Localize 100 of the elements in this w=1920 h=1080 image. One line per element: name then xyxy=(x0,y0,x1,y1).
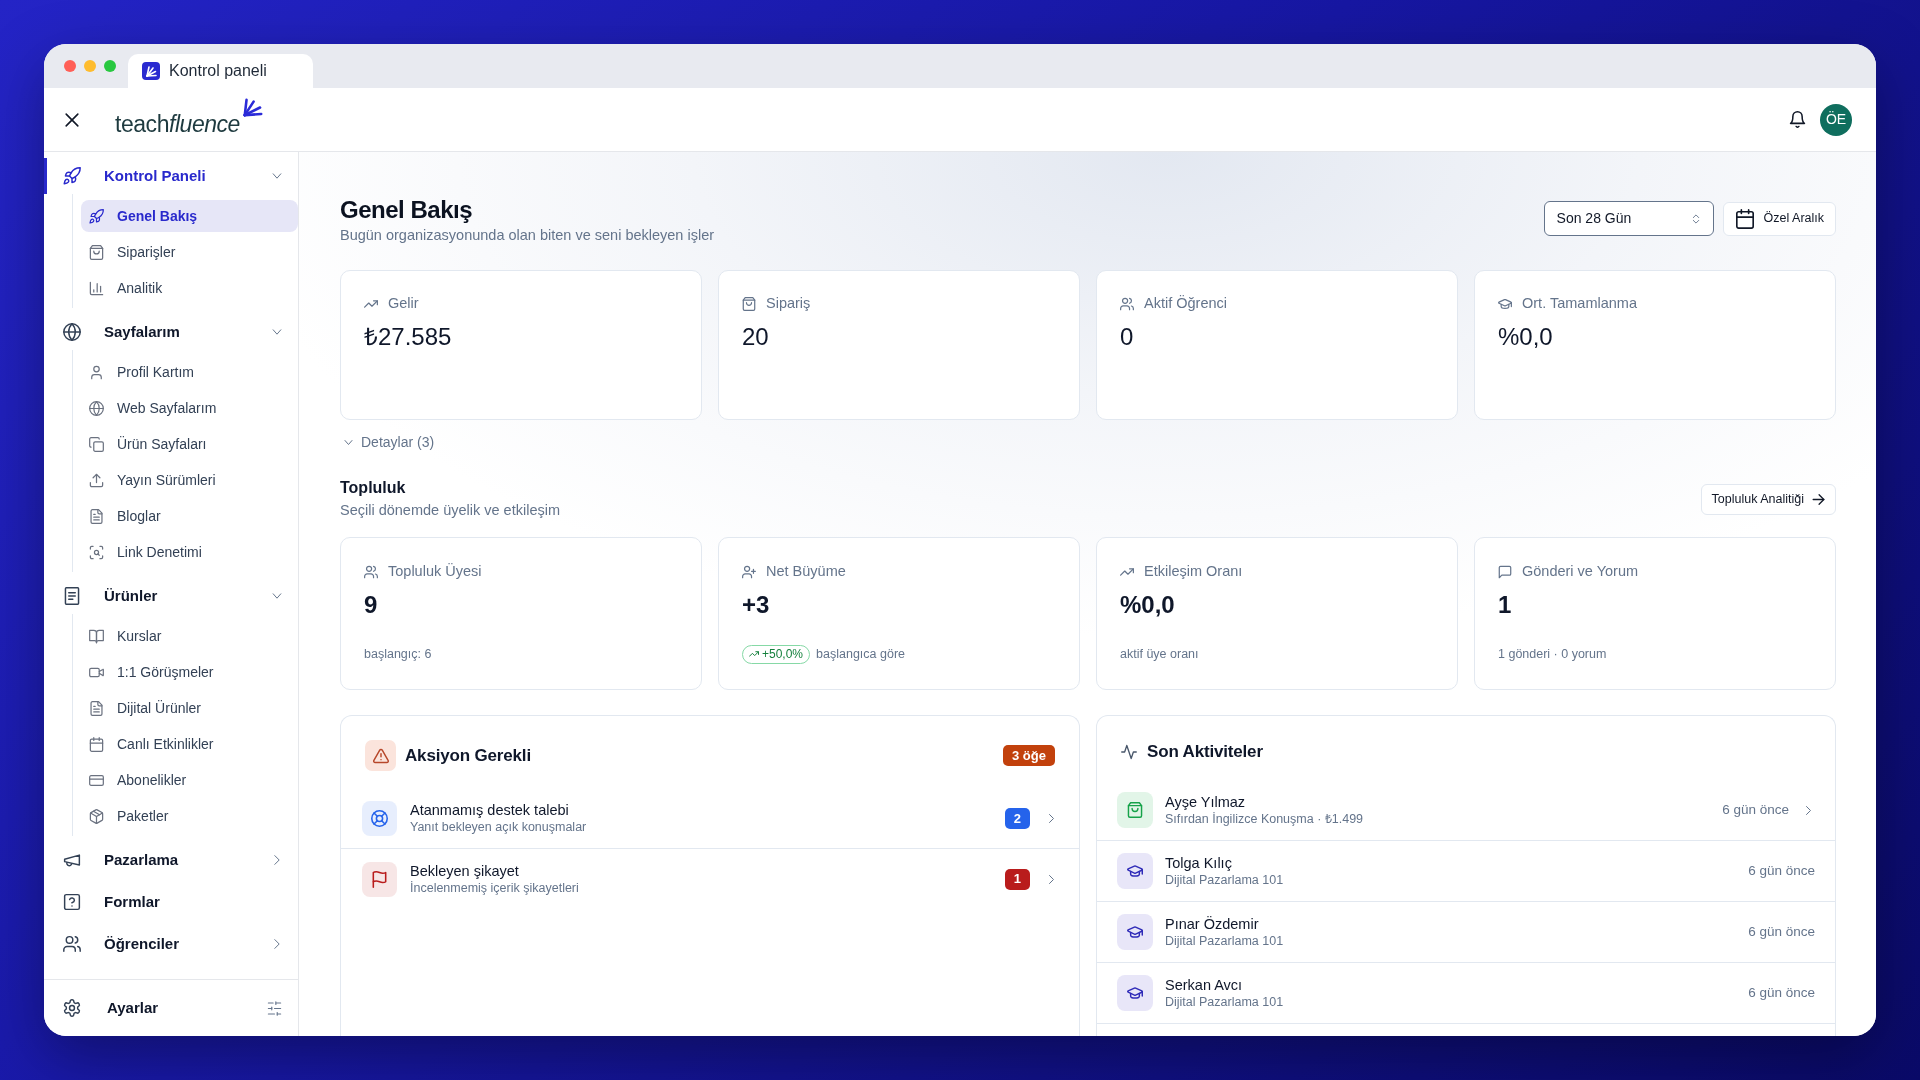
trend-up-icon xyxy=(364,297,378,311)
stat-value: 20 xyxy=(742,322,770,352)
sidebar-group[interactable]: Öğrenciler xyxy=(44,926,298,962)
notifications-button[interactable] xyxy=(1788,110,1806,129)
page-subtitle: Bugün organizasyonunda olan biten ve seni bekleyen işler xyxy=(340,226,715,245)
panel-title: Son Aktiviteler xyxy=(1147,741,1263,764)
stat-label: Aktif Öğrenci xyxy=(1144,294,1227,314)
action-subtitle: Yanıt bekleyen açık konuşmalar xyxy=(410,819,587,836)
stat-label: Gönderi ve Yorum xyxy=(1522,562,1639,582)
sidebar-item[interactable]: Profil Kartım xyxy=(81,356,298,388)
stat-value: %0,0 xyxy=(1498,322,1554,352)
activity-name: Pınar Özdemir xyxy=(1165,914,1260,933)
rocket-icon xyxy=(63,167,81,185)
window-close-button[interactable] xyxy=(64,60,76,72)
settings-button[interactable]: Ayarlar xyxy=(63,996,159,1020)
user-avatar[interactable]: ÖE xyxy=(1820,103,1852,136)
stat-value: +3 xyxy=(742,590,771,620)
sidebar-group[interactable]: Pazarlama xyxy=(44,842,298,878)
globe-icon xyxy=(89,400,104,416)
sidebar-item[interactable]: Link Denetimi xyxy=(81,536,298,568)
stat-label: Sipariş xyxy=(766,294,811,314)
activity-time: 6 gün önce xyxy=(1722,800,1789,819)
sidebar-group[interactable]: Formlar xyxy=(44,884,298,920)
stat-label: Gelir xyxy=(388,294,419,314)
stat-label: Topluluk Üyesi xyxy=(388,562,482,582)
sidebar-item[interactable]: Siparişler xyxy=(81,236,298,268)
flag-icon xyxy=(362,861,397,897)
user-icon xyxy=(89,364,104,380)
sidebar-item[interactable]: 1:1 Görüşmeler xyxy=(81,656,298,688)
count-badge: 2 xyxy=(1004,808,1030,829)
card-icon xyxy=(89,772,104,788)
users-icon xyxy=(63,935,81,953)
sidebar-item[interactable]: Abonelikler xyxy=(81,764,298,796)
users-icon xyxy=(1120,297,1134,311)
app-icon xyxy=(142,62,160,80)
period-select[interactable]: Son 28 Gün xyxy=(1543,201,1714,236)
sidebar-item[interactable]: Dijital Ürünler xyxy=(81,692,298,724)
calendar-icon xyxy=(89,736,104,752)
up-down-chevron-icon xyxy=(1690,213,1701,224)
user-plus-icon xyxy=(742,565,756,579)
details-toggle[interactable]: Detaylar (3) xyxy=(340,432,435,452)
document-icon xyxy=(89,700,104,716)
notebook-icon xyxy=(63,587,81,605)
stat-value: 9 xyxy=(364,590,379,620)
document-icon xyxy=(89,508,104,524)
graduation-cap-icon xyxy=(1117,853,1153,889)
sidebar-item[interactable]: Canlı Etkinlikler xyxy=(81,728,298,760)
browser-tab[interactable]: Kontrol paneli xyxy=(128,54,313,88)
stat-note: başlangıca göre xyxy=(816,645,905,663)
sliders-icon xyxy=(266,1000,282,1016)
stat-value: ₺27.585 xyxy=(364,322,453,352)
stat-value: 1 xyxy=(1498,590,1513,620)
settings-icon xyxy=(63,999,81,1017)
stat-note: aktif üye oranı xyxy=(1120,645,1199,663)
sidebar-item[interactable]: Kurslar xyxy=(81,620,298,652)
shopping-bag-icon xyxy=(89,244,104,260)
activity-time: 6 gün önce xyxy=(1748,983,1815,1002)
page-title: Genel Bakış xyxy=(340,195,474,225)
burst-icon xyxy=(242,97,263,117)
activity-name: Serkan Avcı xyxy=(1165,975,1244,994)
graduation-cap-icon xyxy=(1498,297,1512,311)
sidebar-group[interactable]: Ürünler xyxy=(44,578,298,614)
activity-time: 6 gün önce xyxy=(1748,922,1815,941)
rocket-icon xyxy=(89,208,104,224)
sidebar-item[interactable]: Analitik xyxy=(81,272,298,304)
stat-note: başlangıç: 6 xyxy=(364,645,432,663)
sidebar-item[interactable]: Paketler xyxy=(81,800,298,832)
close-icon xyxy=(64,111,80,128)
sidebar-group[interactable]: Sayfalarım xyxy=(44,314,298,350)
users-icon xyxy=(364,565,378,579)
trend-up-icon xyxy=(749,649,759,659)
book-icon xyxy=(89,628,104,644)
calendar-icon xyxy=(1734,208,1755,229)
bar-chart-icon xyxy=(89,280,104,296)
logo-wordmark: teachfluence xyxy=(115,109,240,138)
box-icon xyxy=(89,808,104,824)
preferences-button[interactable] xyxy=(266,1000,282,1016)
action-title: Bekleyen şikayet xyxy=(410,861,520,880)
sidebar-item[interactable]: Genel Bakış xyxy=(81,200,298,232)
item-count-badge: 3 öğe xyxy=(1003,745,1055,766)
stat-note: 1 gönderi · 0 yorum xyxy=(1498,645,1607,663)
chat-icon xyxy=(1498,565,1512,579)
sidebar-item[interactable]: Web Sayfalarım xyxy=(81,392,298,424)
activity-time: 6 gün önce xyxy=(1748,861,1815,880)
close-button[interactable] xyxy=(63,110,81,129)
count-badge: 1 xyxy=(1004,868,1030,890)
stat-value: 0 xyxy=(1120,322,1135,352)
lifebuoy-icon xyxy=(362,801,397,836)
custom-range-button[interactable]: Özel Aralık xyxy=(1722,201,1836,236)
activity-name: Tolga Kılıç xyxy=(1165,853,1233,872)
megaphone-icon xyxy=(63,851,81,869)
sidebar-item[interactable]: Ürün Sayfaları xyxy=(81,428,298,460)
stat-label: Etkileşim Oranı xyxy=(1144,562,1243,582)
sidebar-item[interactable]: Yayın Sürümleri xyxy=(81,464,298,496)
activity-detail: Dijital Pazarlama 101 xyxy=(1165,993,1284,1011)
section-title: Topluluk xyxy=(340,478,407,498)
community-analytics-button[interactable]: Topluluk Analitiği xyxy=(1700,483,1836,515)
graduation-cap-icon xyxy=(1117,975,1153,1011)
shopping-bag-icon xyxy=(1117,792,1153,828)
sidebar-item[interactable]: Bloglar xyxy=(81,500,298,532)
